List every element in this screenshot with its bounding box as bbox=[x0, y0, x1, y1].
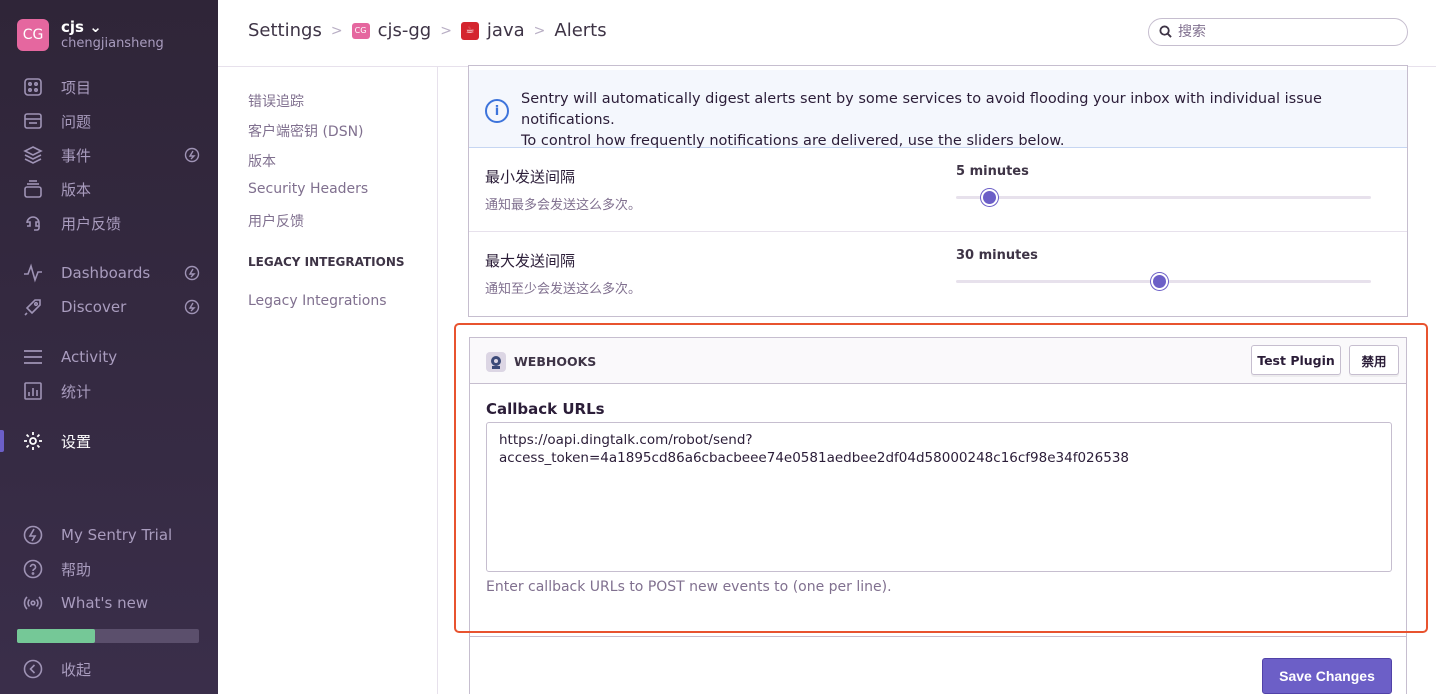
info-alert: i Sentry will automatically digest alert… bbox=[469, 70, 1407, 149]
max-delay-row: 最大发送间隔 通知至少会发送这么多次。 30 minutes bbox=[469, 232, 1407, 316]
issues-icon bbox=[22, 110, 44, 132]
main-content: i Sentry will automatically digest alert… bbox=[438, 65, 1436, 694]
sidebar-item-label: Discover bbox=[61, 298, 127, 316]
java-icon: ☕ bbox=[460, 21, 479, 40]
lightning-icon bbox=[22, 524, 44, 546]
trial-progress-fill bbox=[17, 629, 96, 643]
trial-progress-bar bbox=[17, 629, 199, 643]
subnav-item-user-feedback[interactable]: 用户反馈 bbox=[248, 211, 304, 231]
feedback-icon bbox=[22, 212, 44, 234]
sidebar-collapse[interactable]: 收起 bbox=[22, 657, 202, 681]
info-text-1: Sentry will automatically digest alerts … bbox=[521, 91, 1322, 128]
sidebar-item-help[interactable]: 帮助 bbox=[22, 557, 202, 581]
sidebar-item-discover[interactable]: Discover bbox=[22, 295, 202, 319]
sidebar-item-label: 统计 bbox=[61, 382, 92, 401]
subnav-item-releases[interactable]: 版本 bbox=[248, 151, 276, 171]
crumb-alerts: Alerts bbox=[554, 20, 607, 41]
max-delay-value: 30 minutes bbox=[956, 248, 1038, 263]
new-badge-icon bbox=[184, 147, 200, 163]
subnav-item-legacy-integrations[interactable]: Legacy Integrations bbox=[248, 293, 387, 309]
settings-subnav: 错误追踪 客户端密钥 (DSN) 版本 Security Headers 用户反… bbox=[218, 67, 438, 694]
sidebar-item-label: Dashboards bbox=[61, 264, 151, 282]
sidebar-item-label: 版本 bbox=[61, 180, 92, 199]
subnav-item-security-headers[interactable]: Security Headers bbox=[248, 181, 368, 197]
subnav-item-error-tracking[interactable]: 错误追踪 bbox=[248, 91, 304, 111]
sidebar-item-dashboards[interactable]: Dashboards bbox=[22, 261, 202, 285]
sidebar-item-events[interactable]: 事件 bbox=[22, 143, 202, 167]
sidebar-item-whats-new[interactable]: What's new bbox=[22, 591, 202, 615]
sidebar-item-feedback[interactable]: 用户反馈 bbox=[22, 211, 202, 235]
min-delay-row: 最小发送间隔 通知最多会发送这么多次。 5 minutes bbox=[469, 148, 1407, 232]
min-delay-slider[interactable] bbox=[956, 189, 1371, 206]
sidebar-item-label: 用户反馈 bbox=[61, 214, 122, 233]
active-indicator bbox=[0, 430, 4, 452]
org-switcher[interactable]: CG cjs ⌄ chengjiansheng bbox=[17, 18, 164, 52]
sidebar-item-label: What's new bbox=[61, 594, 149, 612]
chevron-down-icon: ⌄ bbox=[89, 18, 102, 36]
chevron-right-icon: > bbox=[330, 22, 343, 39]
sidebar-item-label: 问题 bbox=[61, 112, 92, 131]
subnav-section-title: LEGACY INTEGRATIONS bbox=[248, 255, 405, 269]
sidebar: CG cjs ⌄ chengjiansheng 项目 问题 事件 版本 用户反馈… bbox=[0, 0, 218, 694]
activity-icon bbox=[22, 346, 44, 368]
new-badge-icon bbox=[184, 265, 200, 281]
max-delay-help: 通知至少会发送这么多次。 bbox=[485, 282, 642, 297]
stats-icon bbox=[22, 380, 44, 402]
discover-icon bbox=[22, 296, 44, 318]
search-icon bbox=[1159, 23, 1172, 42]
sidebar-item-activity[interactable]: Activity bbox=[22, 345, 202, 369]
events-icon bbox=[22, 144, 44, 166]
sidebar-item-projects[interactable]: 项目 bbox=[22, 75, 202, 99]
dashboards-icon bbox=[22, 262, 44, 284]
top-header: Settings > CG cjs-gg > ☕ java > Alerts bbox=[218, 0, 1436, 67]
sidebar-item-label: 项目 bbox=[61, 78, 92, 97]
slider-handle[interactable] bbox=[981, 189, 999, 206]
min-delay-value: 5 minutes bbox=[956, 164, 1029, 179]
org-user: chengjiansheng bbox=[61, 36, 164, 51]
save-changes-button[interactable]: Save Changes bbox=[1262, 658, 1392, 694]
sidebar-item-label: 事件 bbox=[61, 146, 92, 165]
settings-icon bbox=[22, 430, 44, 452]
max-delay-slider[interactable] bbox=[956, 273, 1371, 290]
sidebar-item-label: 帮助 bbox=[61, 560, 92, 579]
min-delay-help: 通知最多会发送这么多次。 bbox=[485, 198, 642, 213]
search-box[interactable] bbox=[1148, 18, 1408, 46]
subnav-item-dsn[interactable]: 客户端密钥 (DSN) bbox=[248, 121, 364, 141]
crumb-project[interactable]: java bbox=[487, 20, 525, 41]
min-delay-label: 最小发送间隔 bbox=[485, 168, 576, 186]
max-delay-label: 最大发送间隔 bbox=[485, 252, 576, 270]
new-badge-icon bbox=[184, 299, 200, 315]
sidebar-item-trial[interactable]: My Sentry Trial bbox=[22, 523, 202, 547]
sidebar-item-issues[interactable]: 问题 bbox=[22, 109, 202, 133]
org-name: cjs ⌄ bbox=[61, 18, 102, 36]
crumb-settings[interactable]: Settings bbox=[248, 20, 322, 41]
sidebar-item-releases[interactable]: 版本 bbox=[22, 177, 202, 201]
broadcast-icon bbox=[22, 592, 44, 614]
sidebar-item-settings[interactable]: 设置 bbox=[22, 429, 202, 453]
breadcrumb: Settings > CG cjs-gg > ☕ java > Alerts bbox=[248, 20, 607, 41]
slider-handle[interactable] bbox=[1151, 273, 1169, 290]
chevron-right-icon: > bbox=[533, 22, 546, 39]
crumb-org[interactable]: cjs-gg bbox=[378, 20, 432, 41]
info-icon: i bbox=[485, 99, 509, 123]
sidebar-item-label: 设置 bbox=[61, 432, 92, 451]
org-avatar: CG bbox=[17, 19, 49, 51]
releases-icon bbox=[22, 178, 44, 200]
highlight-annotation-box bbox=[454, 323, 1428, 633]
sidebar-item-label: My Sentry Trial bbox=[61, 526, 173, 544]
projects-icon bbox=[22, 76, 44, 98]
chevron-right-icon: > bbox=[440, 22, 452, 39]
sidebar-item-label: Activity bbox=[61, 348, 118, 366]
sidebar-item-label: 收起 bbox=[61, 660, 92, 679]
search-input[interactable] bbox=[1178, 24, 1398, 40]
org-badge-icon: CG bbox=[351, 22, 370, 39]
collapse-icon bbox=[22, 658, 44, 680]
sidebar-item-stats[interactable]: 统计 bbox=[22, 379, 202, 403]
help-icon bbox=[22, 558, 44, 580]
